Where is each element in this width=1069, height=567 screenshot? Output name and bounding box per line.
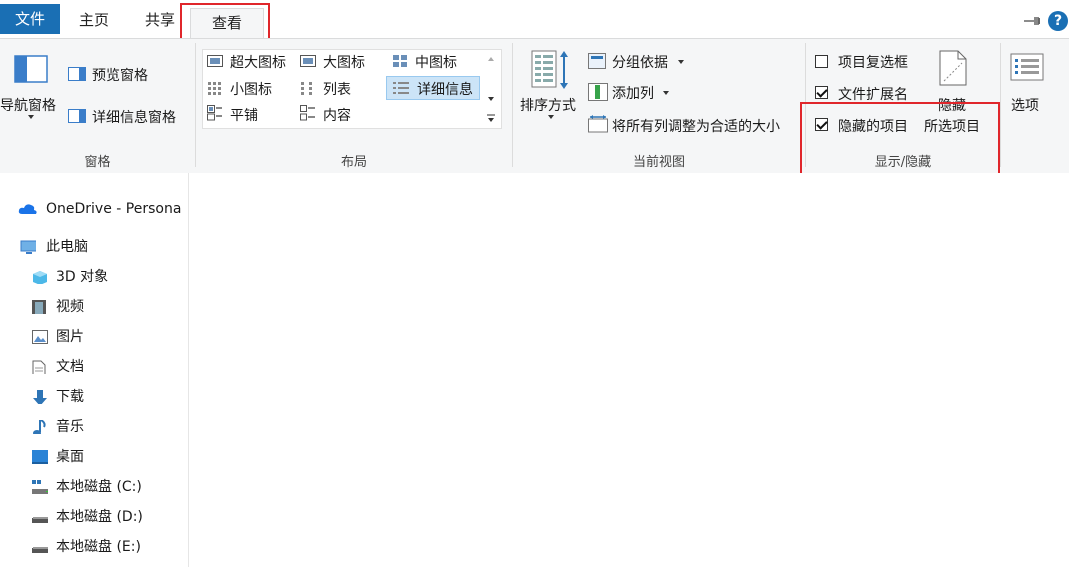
navigation-pane-button[interactable]: 导航窗格 <box>0 95 56 115</box>
list-icon <box>300 81 316 95</box>
nav-drive-d-label: 本地磁盘 (D:) <box>56 509 143 525</box>
drive-icon <box>32 517 48 523</box>
file-extensions-label[interactable]: 文件扩展名 <box>838 84 908 104</box>
tiles-icon <box>207 105 223 121</box>
options-icon[interactable] <box>1010 53 1044 81</box>
nav-drive-d[interactable]: 本地磁盘 (D:) <box>32 505 143 529</box>
layout-medium-icons[interactable]: 中图标 <box>415 52 457 72</box>
nav-downloads-label: 下载 <box>56 389 84 405</box>
nav-videos-label: 视频 <box>56 299 84 315</box>
nav-pictures-label: 图片 <box>56 329 84 345</box>
group-label-current-view: 当前视图 <box>632 155 685 170</box>
group-separator <box>1000 43 1001 167</box>
nav-desktop[interactable]: 桌面 <box>32 445 84 469</box>
document-icon <box>32 360 46 374</box>
nav-documents-label: 文档 <box>56 359 84 375</box>
nav-3d-objects-label: 3D 对象 <box>56 269 109 285</box>
layout-content[interactable]: 内容 <box>323 105 351 125</box>
computer-icon <box>20 240 36 254</box>
nav-this-pc[interactable]: 此电脑 <box>20 235 88 259</box>
preview-pane-icon <box>68 67 86 81</box>
sort-by-button[interactable]: 排序方式 <box>520 95 576 115</box>
group-by-icon <box>588 53 606 69</box>
chevron-down-icon <box>28 115 34 119</box>
navigation-pane: OneDrive - Persona 此电脑 3D 对象 视频 图片 文档 下载… <box>0 173 189 567</box>
nav-drive-e[interactable]: 本地磁盘 (E:) <box>32 535 141 559</box>
nav-this-pc-label: 此电脑 <box>46 239 88 255</box>
sort-by-icon[interactable] <box>531 49 571 91</box>
group-label-layout: 布局 <box>340 155 367 170</box>
chevron-down-icon <box>678 60 684 64</box>
chevron-down-icon <box>663 91 669 95</box>
navigation-pane-icon[interactable] <box>14 55 48 83</box>
nav-3d-objects[interactable]: 3D 对象 <box>33 265 109 289</box>
desktop-icon <box>32 450 48 464</box>
options-button[interactable]: 选项 <box>1011 95 1039 115</box>
details-pane-icon <box>68 109 86 123</box>
details-icon <box>392 81 410 95</box>
size-columns-icon <box>588 115 608 133</box>
group-separator <box>512 43 513 167</box>
drive-icon <box>32 547 48 553</box>
ribbon-tab-bar: 文件 主页 共享 查看 ? <box>0 0 1069 41</box>
nav-drive-e-label: 本地磁盘 (E:) <box>56 539 141 555</box>
system-drive-icon <box>32 480 48 494</box>
chevron-down-icon <box>548 115 554 119</box>
group-by-button[interactable]: 分组依据 <box>612 52 668 72</box>
group-separator <box>195 43 196 167</box>
tab-file[interactable]: 文件 <box>0 4 60 34</box>
hide-selected-items-icon[interactable] <box>938 49 968 87</box>
nav-drive-c-label: 本地磁盘 (C:) <box>56 479 142 495</box>
large-icons-icon <box>300 55 316 67</box>
help-icon[interactable]: ? <box>1048 11 1068 31</box>
group-label-panes: 窗格 <box>84 155 111 170</box>
checkmark-icon <box>816 86 828 98</box>
nav-videos[interactable]: 视频 <box>32 295 84 319</box>
picture-icon <box>32 330 48 344</box>
music-note-icon <box>33 420 46 434</box>
nav-desktop-label: 桌面 <box>56 449 84 465</box>
medium-icons-icon <box>392 54 408 68</box>
add-columns-button[interactable]: 添加列 <box>612 83 654 103</box>
cloud-icon <box>18 204 37 214</box>
layout-tiles[interactable]: 平铺 <box>230 105 258 125</box>
nav-music-label: 音乐 <box>56 419 84 435</box>
preview-pane-button[interactable]: 预览窗格 <box>92 65 148 85</box>
cube-3d-icon <box>33 271 47 284</box>
small-icons-icon <box>207 81 223 95</box>
nav-downloads[interactable]: 下载 <box>33 385 84 409</box>
nav-onedrive-label: OneDrive - Persona <box>46 201 182 217</box>
layout-list[interactable]: 列表 <box>323 79 351 99</box>
file-list-area[interactable] <box>189 173 1069 567</box>
size-all-columns-button[interactable]: 将所有列调整为合适的大小 <box>612 116 780 136</box>
nav-documents[interactable]: 文档 <box>32 355 84 379</box>
item-checkboxes-label[interactable]: 项目复选框 <box>838 52 908 72</box>
item-checkboxes-checkbox[interactable] <box>815 55 828 68</box>
highlight-box-view-tab <box>180 3 270 41</box>
content-icon <box>300 105 316 121</box>
file-extensions-checkbox[interactable] <box>815 86 828 99</box>
nav-onedrive[interactable]: OneDrive - Persona <box>18 197 182 221</box>
layout-details[interactable]: 详细信息 <box>417 79 473 99</box>
highlight-box-show-hide <box>800 102 1000 179</box>
details-pane-button[interactable]: 详细信息窗格 <box>92 107 176 127</box>
pin-ribbon-icon[interactable] <box>1024 14 1042 25</box>
download-arrow-icon <box>33 390 47 404</box>
nav-pictures[interactable]: 图片 <box>32 325 84 349</box>
nav-drive-c[interactable]: 本地磁盘 (C:) <box>32 475 142 499</box>
add-columns-icon <box>588 83 608 101</box>
layout-small-icons[interactable]: 小图标 <box>230 79 272 99</box>
tab-home[interactable]: 主页 <box>66 6 122 34</box>
layout-extra-large-icons[interactable]: 超大图标 <box>230 52 286 72</box>
layout-gallery-scroll[interactable] <box>484 51 498 125</box>
nav-music[interactable]: 音乐 <box>33 415 84 439</box>
video-icon <box>32 300 46 314</box>
layout-large-icons[interactable]: 大图标 <box>323 52 365 72</box>
extra-large-icons-icon <box>207 55 223 67</box>
